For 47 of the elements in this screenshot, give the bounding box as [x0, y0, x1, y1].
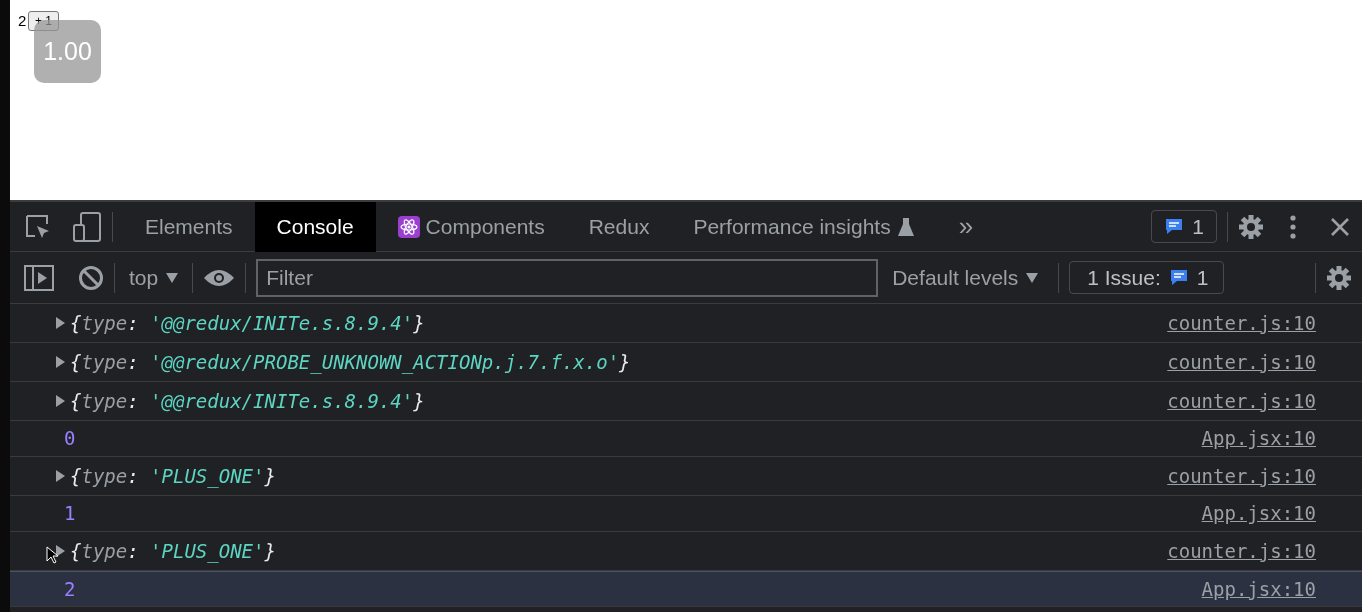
message-icon — [1168, 268, 1189, 287]
console-settings-icon[interactable] — [1326, 264, 1352, 291]
source-link[interactable]: counter.js:10 — [1167, 386, 1316, 416]
message-icon — [1164, 217, 1185, 236]
devtools-tab[interactable]: Elements — [123, 201, 255, 252]
caret-icon — [166, 272, 179, 283]
clear-console-icon[interactable] — [78, 264, 104, 291]
eye-icon[interactable] — [203, 267, 236, 288]
expand-icon[interactable] — [56, 395, 65, 407]
log-message: {type: '@@redux/INITe.s.8.9.4'} — [70, 388, 425, 414]
react-icon — [397, 215, 420, 238]
log-number: 0 — [64, 426, 76, 452]
sidebar-toggle-icon[interactable] — [24, 264, 54, 291]
source-link[interactable]: counter.js:10 — [1167, 461, 1316, 491]
close-icon[interactable] — [1330, 216, 1350, 237]
devtools-tab[interactable]: Redux — [566, 201, 672, 252]
source-link[interactable]: App.jsx:10 — [1201, 424, 1316, 453]
counter-value: 2 — [18, 11, 27, 31]
source-link[interactable]: App.jsx:10 — [1201, 499, 1316, 528]
mouse-cursor-icon — [46, 546, 58, 564]
more-tabs-button[interactable]: » — [936, 201, 996, 252]
devtools-tab[interactable]: Console — [254, 201, 376, 252]
flask-icon — [896, 216, 915, 237]
caret-icon — [1026, 272, 1039, 283]
source-link[interactable]: App.jsx:10 — [1201, 574, 1316, 604]
expand-icon[interactable] — [56, 356, 65, 368]
messages-badge[interactable]: 1 — [1151, 210, 1217, 243]
devtools-tab[interactable]: Performance insights — [671, 201, 937, 252]
issues-button[interactable]: 1 Issue: 1 — [1069, 261, 1224, 294]
log-levels-dropdown[interactable]: Default levels — [878, 261, 1049, 294]
log-message: {type: '@@redux/PROBE_UNKNOWN_ACTIONp.j.7.f.x.o'} — [70, 349, 631, 376]
more-options-icon[interactable] — [1290, 214, 1296, 239]
context-dropdown[interactable]: top — [125, 261, 183, 294]
settings-icon[interactable] — [1238, 213, 1264, 240]
filter-input[interactable]: Filter — [256, 258, 879, 297]
devtools-tab[interactable]: Components — [375, 201, 567, 252]
expand-icon[interactable] — [56, 470, 65, 482]
log-message: {type: 'PLUS_ONE'} — [70, 463, 276, 490]
source-link[interactable]: counter.js:10 — [1167, 536, 1316, 566]
log-number: 2 — [64, 576, 76, 602]
log-message: {type: '@@redux/INITe.s.8.9.4'} — [70, 310, 425, 336]
log-number: 1 — [64, 501, 76, 527]
expand-icon[interactable] — [56, 317, 65, 329]
log-message: {type: 'PLUS_ONE'} — [70, 538, 276, 565]
device-toolbar-icon[interactable] — [72, 210, 102, 243]
source-link[interactable]: counter.js:10 — [1167, 347, 1316, 377]
source-link[interactable]: counter.js:10 — [1167, 308, 1316, 338]
